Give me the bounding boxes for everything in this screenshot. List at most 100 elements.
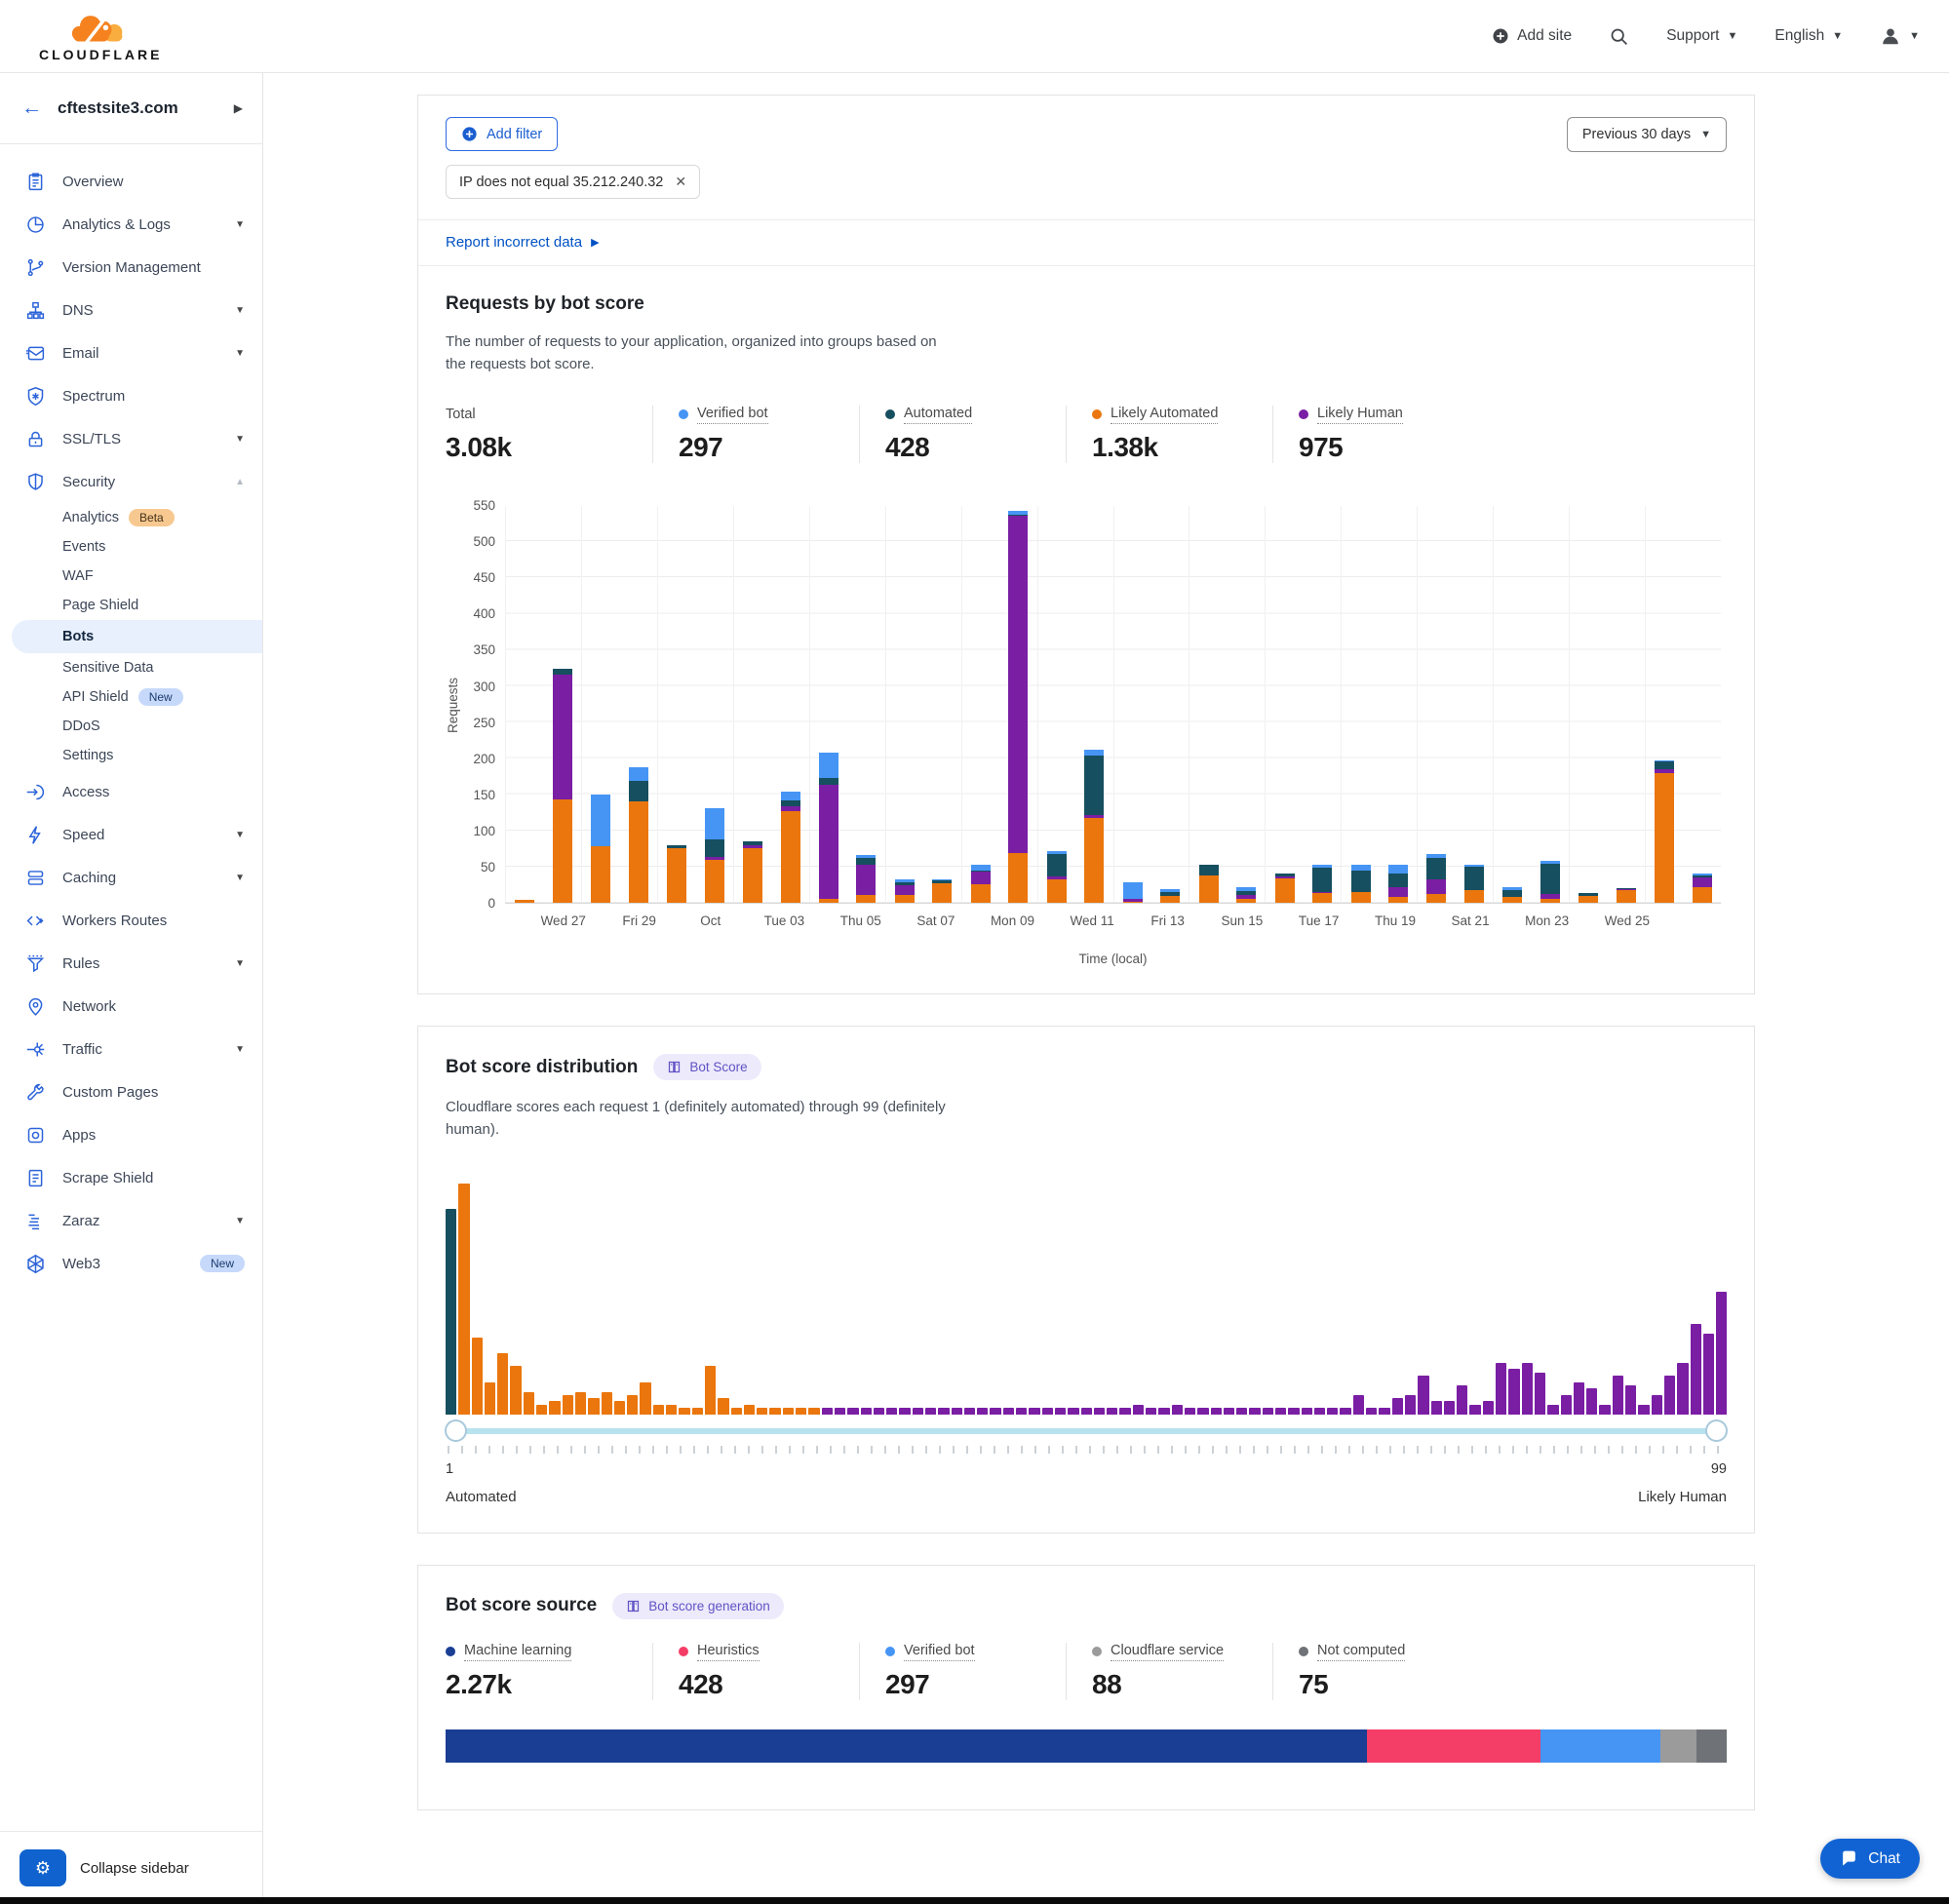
histogram-bar bbox=[653, 1405, 664, 1415]
search-icon[interactable] bbox=[1609, 26, 1629, 47]
beta-badge: Beta bbox=[129, 509, 175, 526]
sidebar-item-email[interactable]: Email▼ bbox=[0, 331, 262, 374]
stat-label-text[interactable]: Not computed bbox=[1317, 1643, 1405, 1661]
sidebar-item-network[interactable]: Network bbox=[0, 985, 262, 1028]
bar-segment-automated bbox=[1312, 868, 1332, 892]
sidebar-item-custom-pages[interactable]: Custom Pages bbox=[0, 1070, 262, 1113]
distribution-card: Bot score distribution Bot Score Cloudfl… bbox=[417, 1026, 1755, 1534]
sidebar-subitem-sensitive-data[interactable]: Sensitive Data bbox=[0, 653, 262, 682]
chart-bar-slot bbox=[999, 506, 1036, 903]
sidebar-item-caching[interactable]: Caching▼ bbox=[0, 856, 262, 899]
sidebar-subitem-api-shield[interactable]: API ShieldNew bbox=[0, 682, 262, 712]
plus-circle-icon bbox=[1492, 27, 1509, 45]
sidebar-subitem-waf[interactable]: WAF bbox=[0, 562, 262, 591]
sidebar-subitem-settings[interactable]: Settings bbox=[0, 741, 262, 770]
distribution-card-title: Bot score distribution bbox=[446, 1057, 638, 1078]
sidebar-item-scrape-shield[interactable]: Scrape Shield bbox=[0, 1156, 262, 1199]
report-incorrect-data-link[interactable]: Report incorrect data ▶ bbox=[446, 234, 600, 251]
stat-label-text[interactable]: Automated bbox=[904, 406, 972, 424]
chevron-down-icon: ▼ bbox=[235, 219, 245, 230]
slider-handle-min[interactable] bbox=[445, 1419, 467, 1442]
source-segment-machine-learning bbox=[446, 1729, 1367, 1763]
collapse-sidebar-button[interactable]: Collapse sidebar bbox=[80, 1860, 189, 1877]
sidebar-item-zaraz[interactable]: Zaraz▼ bbox=[0, 1199, 262, 1242]
sidebar-item-dns[interactable]: DNS▼ bbox=[0, 289, 262, 331]
stacked-bar bbox=[591, 795, 610, 903]
score-range-slider[interactable] bbox=[448, 1428, 1725, 1434]
stat-label-text: Total bbox=[446, 407, 476, 424]
sidebar-item-version-management[interactable]: Version Management bbox=[0, 246, 262, 289]
sidebar-subitem-analytics[interactable]: AnalyticsBeta bbox=[0, 503, 262, 532]
settings-gear-button[interactable]: ⚙ bbox=[19, 1849, 66, 1886]
sidebar-subitem-page-shield[interactable]: Page Shield bbox=[0, 591, 262, 620]
close-icon[interactable]: ✕ bbox=[675, 174, 686, 190]
add-site-button[interactable]: Add site bbox=[1492, 27, 1572, 45]
support-menu[interactable]: Support ▼ bbox=[1666, 27, 1737, 45]
bottom-strip bbox=[0, 1897, 1949, 1904]
sidebar-item-analytics-logs[interactable]: Analytics & Logs▼ bbox=[0, 203, 262, 246]
bar-segment-likely_automated bbox=[1617, 890, 1636, 903]
chart-bar-slot bbox=[809, 506, 847, 903]
stat-label-text[interactable]: Verified bot bbox=[904, 1643, 975, 1661]
bar-segment-verified_bot bbox=[629, 767, 648, 781]
stat-label-text[interactable]: Machine learning bbox=[464, 1643, 571, 1661]
bar-segment-likely_automated bbox=[705, 860, 724, 904]
stat-label-text[interactable]: Verified bot bbox=[697, 406, 768, 424]
sidebar-item-ssl-tls[interactable]: SSL/TLS▼ bbox=[0, 417, 262, 460]
add-filter-button[interactable]: Add filter bbox=[446, 117, 558, 151]
bar-segment-likely_human bbox=[1693, 877, 1712, 887]
bot-score-generation-badge[interactable]: Bot score generation bbox=[612, 1593, 784, 1619]
language-menu[interactable]: English ▼ bbox=[1774, 27, 1843, 45]
slider-handle-max[interactable] bbox=[1705, 1419, 1728, 1442]
chart-bar-slot bbox=[733, 506, 771, 903]
stat-label-text[interactable]: Heuristics bbox=[697, 1643, 760, 1661]
sidebar-item-workers-routes[interactable]: Workers Routes bbox=[0, 899, 262, 942]
stat-label-text[interactable]: Likely Automated bbox=[1111, 406, 1218, 424]
back-arrow-icon[interactable]: ← bbox=[21, 97, 42, 120]
stat-label: Verified bot bbox=[679, 406, 768, 424]
cloudflare-logo[interactable]: CLOUDFLARE bbox=[39, 10, 162, 62]
histogram-bar bbox=[874, 1408, 884, 1415]
legend-dot-icon bbox=[679, 1647, 688, 1656]
histogram-bar bbox=[602, 1392, 612, 1415]
sidebar-item-overview[interactable]: Overview bbox=[0, 160, 262, 203]
time-range-dropdown[interactable]: Previous 30 days ▼ bbox=[1567, 117, 1727, 152]
sidebar-item-rules[interactable]: Rules▼ bbox=[0, 942, 262, 985]
histogram-bar bbox=[1366, 1408, 1377, 1415]
rules-icon bbox=[25, 953, 46, 974]
chart-bar-slot bbox=[1341, 506, 1379, 903]
sidebar-item-access[interactable]: Access bbox=[0, 770, 262, 813]
stat-label: Not computed bbox=[1299, 1643, 1405, 1661]
histogram-bar bbox=[990, 1408, 1000, 1415]
legend-dot-icon bbox=[1299, 1647, 1308, 1656]
stacked-bar bbox=[781, 792, 800, 903]
histogram-bar bbox=[549, 1401, 560, 1414]
filter-chip[interactable]: IP does not equal 35.212.240.32 ✕ bbox=[446, 165, 700, 199]
x-tick-label bbox=[1416, 913, 1452, 928]
bot-score-badge[interactable]: Bot Score bbox=[653, 1054, 760, 1080]
histogram-bar bbox=[925, 1408, 936, 1415]
bar-segment-likely_human bbox=[819, 785, 838, 899]
sidebar-item-traffic[interactable]: Traffic▼ bbox=[0, 1028, 262, 1070]
sidebar-item-speed[interactable]: Speed▼ bbox=[0, 813, 262, 856]
sidebar-item-spectrum[interactable]: Spectrum bbox=[0, 374, 262, 417]
x-tick-label bbox=[1114, 913, 1150, 928]
new-badge: New bbox=[200, 1255, 245, 1272]
sidebar-item-apps[interactable]: Apps bbox=[0, 1113, 262, 1156]
sidebar-item-web3[interactable]: Web3New bbox=[0, 1242, 262, 1285]
source-card: Bot score source Bot score generation Ma… bbox=[417, 1565, 1755, 1811]
legend-dot-icon bbox=[679, 409, 688, 419]
stat-label-text[interactable]: Cloudflare service bbox=[1111, 1643, 1224, 1661]
histogram-bar bbox=[1003, 1408, 1014, 1415]
chat-button[interactable]: Chat bbox=[1820, 1839, 1920, 1879]
stat-label-text[interactable]: Likely Human bbox=[1317, 406, 1403, 424]
sidebar-item-security[interactable]: Security▲ bbox=[0, 460, 262, 503]
sidebar-subitem-ddos[interactable]: DDoS bbox=[0, 712, 262, 741]
histogram-bar bbox=[1158, 1408, 1169, 1415]
stacked-bar bbox=[1579, 893, 1598, 903]
account-menu[interactable]: ▼ bbox=[1880, 25, 1920, 47]
sidebar-subitem-bots[interactable]: Bots bbox=[12, 620, 262, 653]
spectrum-icon bbox=[25, 386, 46, 407]
chevron-right-icon[interactable]: ▶ bbox=[234, 101, 243, 115]
sidebar-subitem-events[interactable]: Events bbox=[0, 532, 262, 562]
